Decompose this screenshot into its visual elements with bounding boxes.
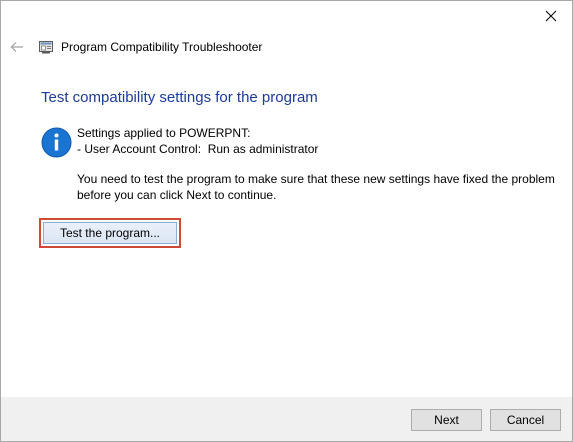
troubleshooter-app-icon <box>39 41 53 54</box>
uac-setting-text: - User Account Control: Run as administr… <box>77 142 319 156</box>
footer-bar: Next Cancel <box>1 397 572 441</box>
instruction-text-line1: You need to test the program to make sur… <box>77 172 555 186</box>
instruction-text-line2: before you can click Next to continue. <box>77 188 277 202</box>
test-button-highlight: Test the program... <box>39 218 181 248</box>
next-button[interactable]: Next <box>411 409 482 431</box>
page-heading: Test compatibility settings for the prog… <box>41 89 318 106</box>
back-button[interactable] <box>7 37 27 57</box>
cancel-button[interactable]: Cancel <box>490 409 561 431</box>
back-arrow-icon <box>10 42 23 52</box>
close-icon <box>545 10 557 22</box>
close-button[interactable] <box>536 3 566 29</box>
settings-applied-text: Settings applied to POWERPNT: <box>77 126 251 140</box>
info-icon <box>41 127 72 158</box>
window-title: Program Compatibility Troubleshooter <box>61 40 263 54</box>
troubleshooter-window: Program Compatibility Troubleshooter Tes… <box>0 0 573 442</box>
test-program-button[interactable]: Test the program... <box>43 222 177 244</box>
